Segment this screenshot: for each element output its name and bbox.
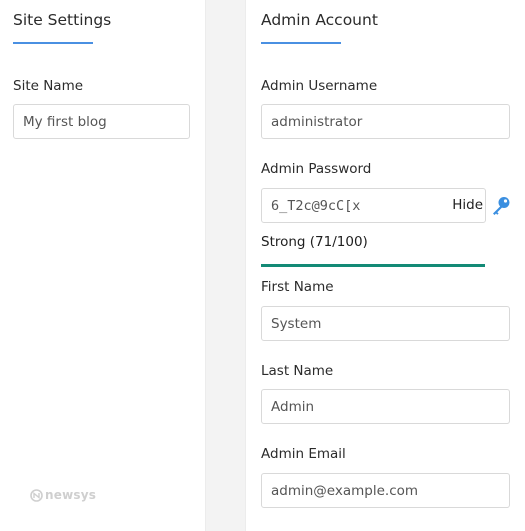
admin-account-title: Admin Account <box>261 11 378 29</box>
site-settings-panel: Site Settings Site Name newsys <box>0 0 206 531</box>
site-name-input[interactable] <box>13 104 190 139</box>
newsys-logo: newsys <box>30 488 96 502</box>
site-settings-title: Site Settings <box>13 11 112 29</box>
install-form: Site Settings Site Name newsys Admin Acc… <box>0 0 525 531</box>
admin-password-field: Hide <box>261 188 486 223</box>
password-strength-text: Strong (71/100) <box>261 234 368 250</box>
site-settings-underline <box>13 42 93 44</box>
generate-password-key-icon[interactable] <box>490 195 512 217</box>
admin-username-input[interactable] <box>261 104 510 139</box>
first-name-label: First Name <box>261 279 334 295</box>
admin-password-label: Admin Password <box>261 161 372 177</box>
admin-username-label: Admin Username <box>261 78 378 94</box>
hide-password-button[interactable]: Hide <box>452 189 483 222</box>
password-strength-fill <box>261 264 485 267</box>
last-name-label: Last Name <box>261 363 334 379</box>
first-name-input[interactable] <box>261 306 510 341</box>
admin-password-input[interactable] <box>262 189 442 222</box>
newsys-logo-text: newsys <box>45 488 97 502</box>
password-strength-bar <box>261 264 485 267</box>
admin-account-underline <box>261 42 341 44</box>
newsys-logo-icon <box>30 488 43 502</box>
last-name-input[interactable] <box>261 389 510 424</box>
site-name-label: Site Name <box>13 78 84 94</box>
admin-email-label: Admin Email <box>261 446 346 462</box>
admin-email-input[interactable] <box>261 473 510 508</box>
admin-account-panel: Admin Account Admin Username Admin Passw… <box>245 0 525 531</box>
